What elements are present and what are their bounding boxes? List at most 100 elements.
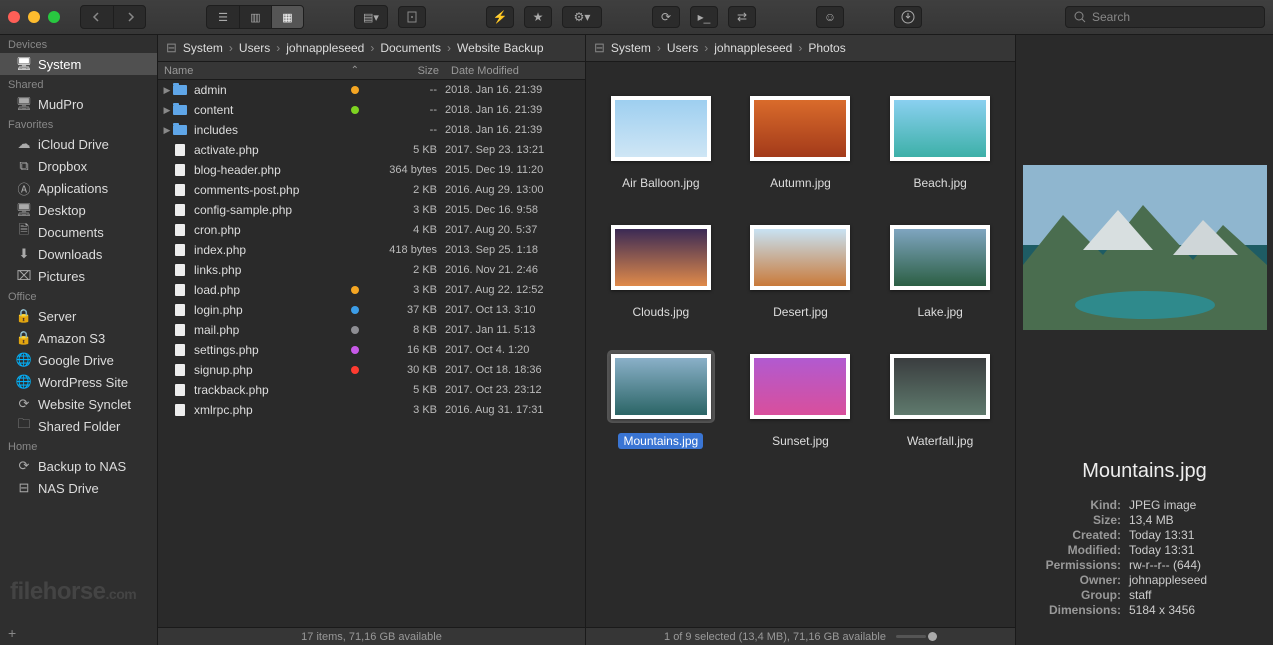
photo-item[interactable]: Sunset.jpg <box>736 350 866 449</box>
file-size: -- <box>365 104 445 116</box>
terminal-button[interactable]: ▸_ <box>690 6 718 28</box>
download-button[interactable] <box>894 6 922 28</box>
photo-label: Waterfall.jpg <box>902 433 978 449</box>
tag-dot <box>351 306 359 314</box>
photo-item[interactable]: Air Balloon.jpg <box>596 92 726 191</box>
file-row[interactable]: signup.php30 KB2017. Oct 18. 18:36 <box>158 360 585 380</box>
photos-grid: Air Balloon.jpgAutumn.jpgBeach.jpg Clouds… <box>586 62 1015 627</box>
file-row[interactable]: index.php418 bytes2013. Sep 25. 1:18 <box>158 240 585 260</box>
file-row[interactable]: login.php37 KB2017. Oct 13. 3:10 <box>158 300 585 320</box>
col-head-name[interactable]: Name⌃ <box>158 62 365 79</box>
photo-item[interactable]: Mountains.jpg <box>596 350 726 449</box>
file-row[interactable]: ▶admin--2018. Jan 16. 21:39 <box>158 80 585 100</box>
file-row[interactable]: trackback.php5 KB2017. Oct 23. 23:12 <box>158 380 585 400</box>
sidebar-item-icloud-drive[interactable]: ☁iCloud Drive <box>0 133 157 155</box>
arrange-button[interactable]: ▤▾ <box>355 6 387 28</box>
list-path-bar[interactable]: ⊟System›Users›johnappleseed›Documents›We… <box>158 35 585 62</box>
photo-item[interactable]: Clouds.jpg <box>596 221 726 320</box>
list-view-button[interactable]: ☰ <box>207 6 239 28</box>
grid-path-bar[interactable]: ⊟System›Users›johnappleseed›Photos <box>586 35 1015 62</box>
sidebar-item-dropbox[interactable]: ⧉Dropbox <box>0 155 157 177</box>
sidebar-item-server[interactable]: 🔒Server <box>0 305 157 327</box>
file-row[interactable]: settings.php16 KB2017. Oct 4. 1:20 <box>158 340 585 360</box>
sidebar-item-backup-to-nas[interactable]: ⟳Backup to NAS <box>0 455 157 477</box>
info-val: 13,4 MB <box>1129 513 1255 527</box>
path-segment[interactable]: johnappleseed <box>286 41 364 55</box>
forward-button[interactable] <box>113 6 145 28</box>
file-row[interactable]: mail.php8 KB2017. Jan 11. 5:13 <box>158 320 585 340</box>
file-icon <box>172 203 188 217</box>
file-row[interactable]: comments-post.php2 KB2016. Aug 29. 13:00 <box>158 180 585 200</box>
back-button[interactable] <box>81 6 113 28</box>
sidebar-item-system[interactable]: 🖥 System <box>0 53 157 75</box>
path-segment[interactable]: System <box>183 41 223 55</box>
photo-item[interactable]: Beach.jpg <box>875 92 1005 191</box>
path-segment[interactable]: Documents <box>380 41 441 55</box>
file-row[interactable]: links.php2 KB2016. Nov 21. 2:46 <box>158 260 585 280</box>
file-row[interactable]: xmlrpc.php3 KB2016. Aug 31. 17:31 <box>158 400 585 420</box>
path-segment[interactable]: Users <box>667 41 698 55</box>
globe-icon: 🌐 <box>16 352 32 368</box>
sidebar-item-label: Documents <box>38 225 104 240</box>
file-row[interactable]: activate.php5 KB2017. Sep 23. 13:21 <box>158 140 585 160</box>
sidebar-item-desktop[interactable]: 🖥Desktop <box>0 199 157 221</box>
gear-button[interactable]: ⚙▾ <box>562 6 602 28</box>
search-input[interactable] <box>1092 10 1256 24</box>
file-row[interactable]: config-sample.php3 KB2015. Dec 16. 9:58 <box>158 200 585 220</box>
zoom-slider[interactable] <box>896 632 937 641</box>
sidebar-item-shared-folder[interactable]: 🗀Shared Folder <box>0 415 157 437</box>
disclosure-icon[interactable]: ▶ <box>162 105 172 116</box>
col-head-size[interactable]: Size <box>365 62 445 79</box>
file-row[interactable]: cron.php4 KB2017. Aug 20. 5:37 <box>158 220 585 240</box>
thumb-wrap <box>607 221 715 294</box>
disclosure-icon[interactable]: ▶ <box>162 85 172 96</box>
sidebar-item-wordpress-site[interactable]: 🌐WordPress Site <box>0 371 157 393</box>
sidebar-header-favorites: Favorites <box>0 115 157 133</box>
info-val: staff <box>1129 588 1255 602</box>
search-box[interactable] <box>1065 6 1265 28</box>
emoji-button[interactable]: ☺ <box>816 6 844 28</box>
path-segment[interactable]: System <box>611 41 651 55</box>
photo-item[interactable]: Autumn.jpg <box>736 92 866 191</box>
sidebar-item-pictures[interactable]: ⌧Pictures <box>0 265 157 287</box>
path-segment[interactable]: Website Backup <box>457 41 544 55</box>
photo-item[interactable]: Waterfall.jpg <box>875 350 1005 449</box>
quick-action-button[interactable]: ⚡ <box>486 6 514 28</box>
file-row[interactable]: load.php3 KB2017. Aug 22. 12:52 <box>158 280 585 300</box>
sidebar-item-amazon-s3[interactable]: 🔒Amazon S3 <box>0 327 157 349</box>
sidebar-item-documents[interactable]: 🗎Documents <box>0 221 157 243</box>
maximize-window-button[interactable] <box>48 11 60 23</box>
sidebar-item-downloads[interactable]: ⬇Downloads <box>0 243 157 265</box>
sync-icon: ⟳ <box>16 458 32 474</box>
add-location-button[interactable]: + <box>0 621 157 645</box>
file-row[interactable]: ▶content--2018. Jan 16. 21:39 <box>158 100 585 120</box>
close-window-button[interactable] <box>8 11 20 23</box>
file-row[interactable]: blog-header.php364 bytes2015. Dec 19. 11… <box>158 160 585 180</box>
disclosure-icon[interactable]: ▶ <box>162 125 172 136</box>
sidebar-item-website-synclet[interactable]: ⟳Website Synclet <box>0 393 157 415</box>
folder-icon <box>172 123 188 137</box>
path-segment[interactable]: Photos <box>808 41 845 55</box>
col-head-date[interactable]: Date Modified <box>445 62 585 79</box>
sync-button[interactable]: ⟳ <box>652 6 680 28</box>
sidebar-item-applications[interactable]: ⒶApplications <box>0 177 157 199</box>
photo-item[interactable]: Desert.jpg <box>736 221 866 320</box>
sidebar-item-google-drive[interactable]: 🌐Google Drive <box>0 349 157 371</box>
new-file-button[interactable] <box>398 6 426 28</box>
file-date: 2018. Jan 16. 21:39 <box>445 84 585 96</box>
column-view-button[interactable]: ▥ <box>239 6 271 28</box>
path-segment[interactable]: johnappleseed <box>714 41 792 55</box>
grid-status-bar: 1 of 9 selected (13,4 MB), 71,16 GB avai… <box>586 627 1015 645</box>
drive-icon: ⊟ <box>16 480 32 496</box>
grid-view-button[interactable]: ▦ <box>271 6 303 28</box>
compare-button[interactable]: ⇄ <box>728 6 756 28</box>
photo-item[interactable]: Lake.jpg <box>875 221 1005 320</box>
file-row[interactable]: ▶includes--2018. Jan 16. 21:39 <box>158 120 585 140</box>
favorite-button[interactable]: ★ <box>524 6 552 28</box>
sidebar-item-mudpro[interactable]: 🖥 MudPro <box>0 93 157 115</box>
path-segment[interactable]: Users <box>239 41 270 55</box>
nav-buttons <box>80 5 146 29</box>
minimize-window-button[interactable] <box>28 11 40 23</box>
sidebar-item-nas-drive[interactable]: ⊟NAS Drive <box>0 477 157 499</box>
list-pane: ⊟System›Users›johnappleseed›Documents›We… <box>157 35 586 645</box>
